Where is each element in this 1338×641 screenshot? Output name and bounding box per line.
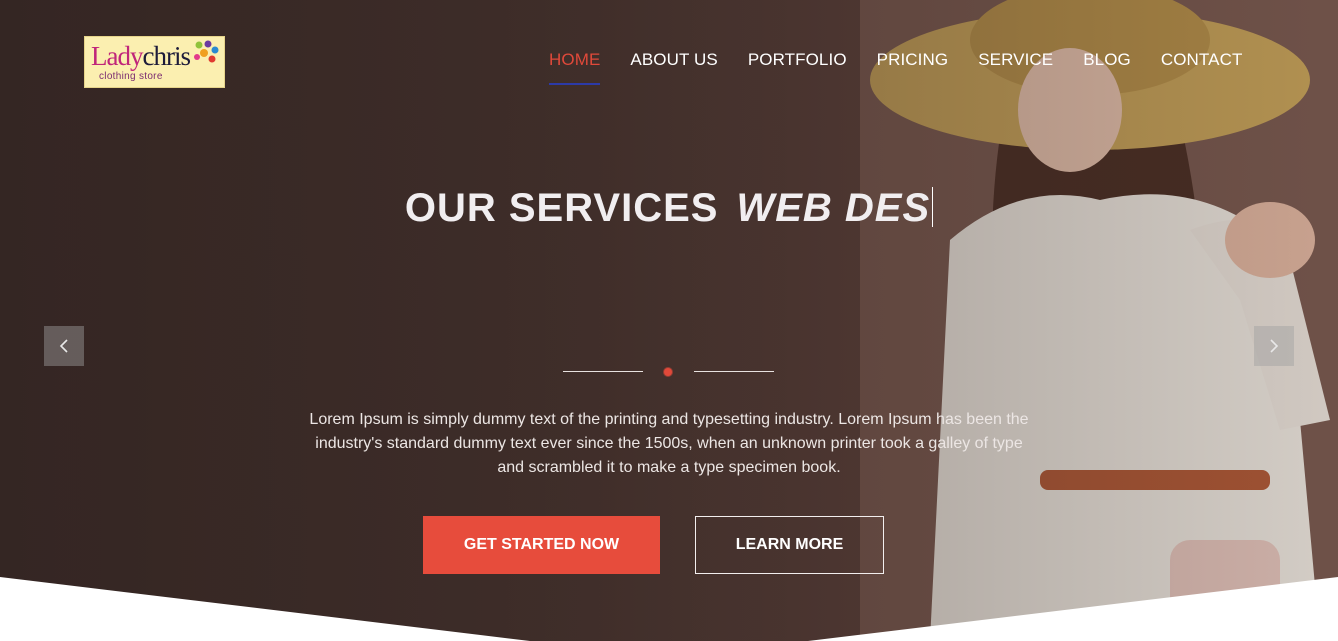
nav-item-home[interactable]: HOME [549, 50, 601, 86]
nav-item-contact[interactable]: CONTACT [1161, 50, 1243, 86]
logo-wordmark: Ladychris [91, 41, 191, 71]
site-logo[interactable]: Ladychris clothing store [84, 36, 225, 88]
hero-divider [563, 366, 774, 378]
logo-tagline: clothing store [99, 71, 163, 82]
typing-cursor [932, 187, 934, 227]
divider-line-left [563, 371, 643, 372]
divider-dot [664, 368, 672, 376]
slider-prev-button[interactable] [44, 326, 84, 366]
hero-overlay [0, 0, 1338, 641]
chevron-right-icon [1270, 339, 1279, 353]
hero-headline: OUR SERVICES WEB DES [0, 186, 1338, 231]
nav-item-service[interactable]: SERVICE [978, 50, 1053, 86]
slider-next-button[interactable] [1254, 326, 1294, 366]
chevron-left-icon [59, 339, 68, 353]
hero-bottom-shape [0, 577, 1338, 641]
nav-item-about-us[interactable]: ABOUT US [630, 50, 717, 86]
headline-static-text: OUR SERVICES [404, 186, 719, 230]
logo-dots-icon [194, 40, 219, 63]
hero-slider: Ladychris clothing store HOME ABOUT US P… [0, 0, 1338, 641]
nav-item-portfolio[interactable]: PORTFOLIO [748, 50, 847, 86]
divider-line-right [694, 371, 774, 372]
nav-item-blog[interactable]: BLOG [1083, 50, 1131, 86]
hero-description: Lorem Ipsum is simply dummy text of the … [309, 411, 1029, 476]
headline-typed-text: WEB DES [736, 186, 931, 230]
main-nav: HOME ABOUT US PORTFOLIO PRICING SERVICE … [549, 50, 1272, 90]
nav-item-pricing[interactable]: PRICING [877, 50, 949, 86]
